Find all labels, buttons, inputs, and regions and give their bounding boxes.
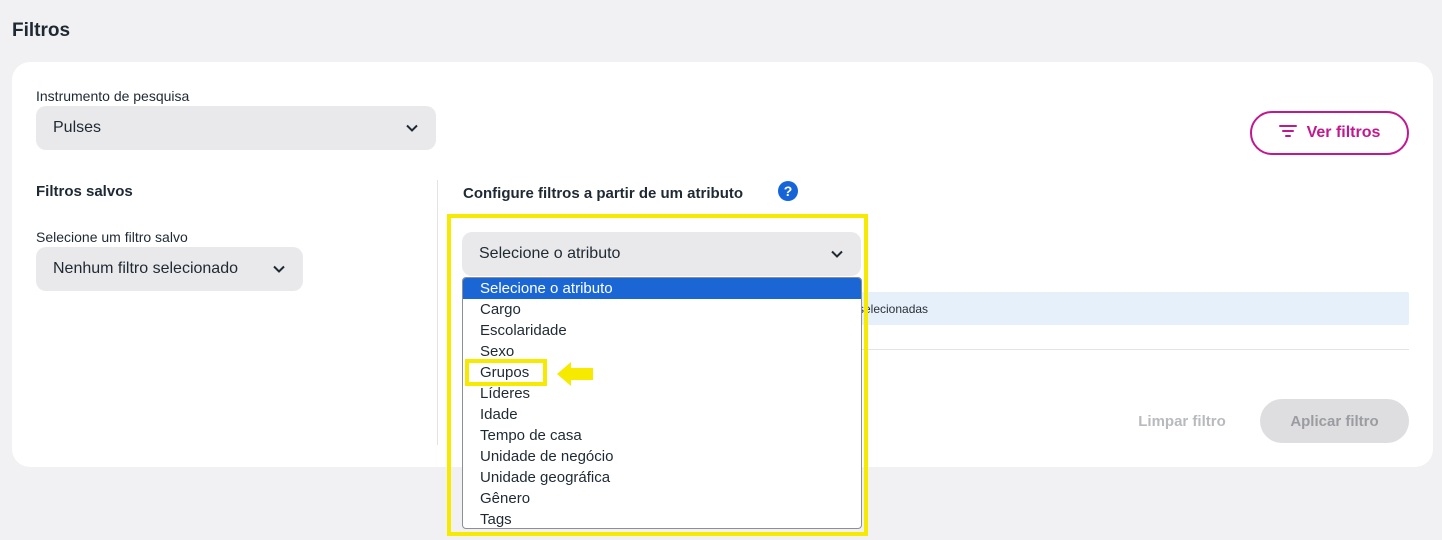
configure-title: Configure filtros a partir de um atribut… bbox=[463, 185, 744, 202]
info-bar-text: selecionadas bbox=[858, 301, 929, 316]
instrument-label: Instrumento de pesquisa bbox=[36, 88, 190, 104]
filter-lines-icon bbox=[1278, 124, 1297, 143]
arrow-left-icon bbox=[555, 359, 595, 389]
info-bar: selecionadas bbox=[846, 292, 1409, 325]
chevron-down-icon bbox=[272, 262, 286, 276]
saved-filters-title: Filtros salvos bbox=[36, 183, 133, 200]
saved-filter-select[interactable]: Nenhum filtro selecionado bbox=[36, 247, 303, 291]
saved-filter-value: Nenhum filtro selecionado bbox=[53, 260, 238, 277]
page-title: Filtros bbox=[12, 20, 71, 41]
saved-filters-label: Selecione um filtro salvo bbox=[36, 229, 188, 245]
ver-filtros-button[interactable]: Ver filtros bbox=[1250, 111, 1409, 155]
ver-filtros-label: Ver filtros bbox=[1306, 124, 1381, 141]
limpar-filtro-button[interactable]: Limpar filtro bbox=[1120, 401, 1244, 441]
help-icon[interactable]: ? bbox=[778, 181, 798, 201]
highlight-grupos-box bbox=[465, 359, 547, 386]
instrument-value: Pulses bbox=[53, 119, 102, 136]
aplicar-filtro-button[interactable]: Aplicar filtro bbox=[1260, 399, 1409, 443]
actions-divider bbox=[862, 349, 1409, 350]
chevron-down-icon bbox=[405, 121, 419, 135]
instrument-select[interactable]: Pulses bbox=[36, 106, 436, 150]
column-divider bbox=[437, 180, 438, 445]
